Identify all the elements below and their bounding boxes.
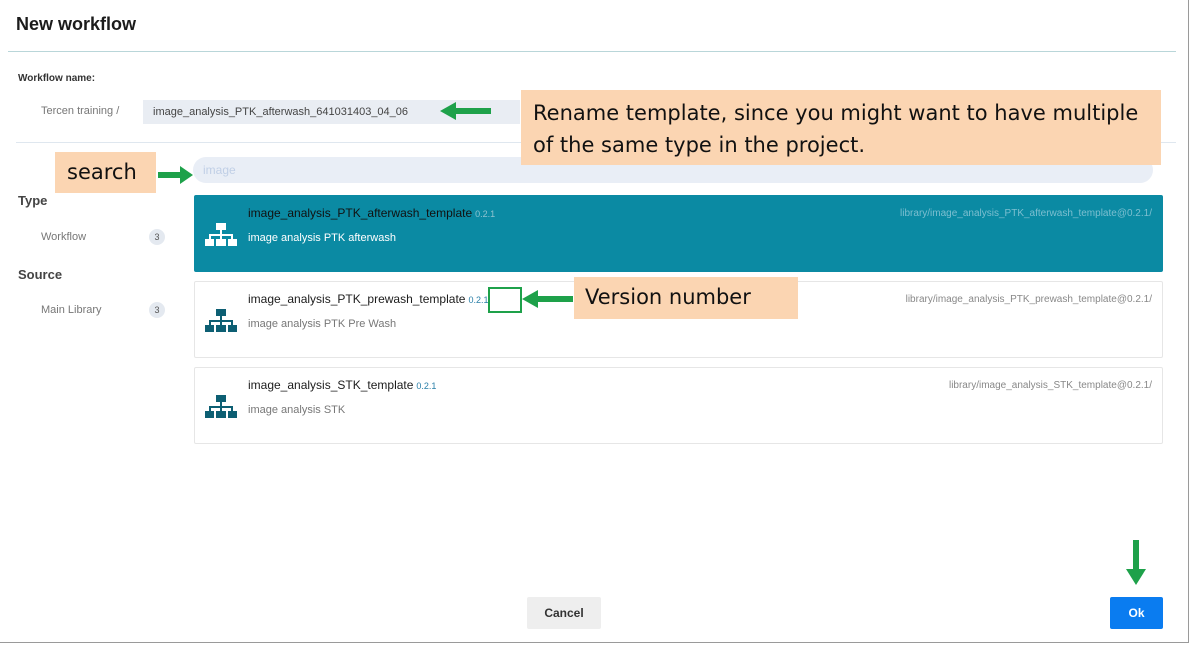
filter-count-badge: 3 (149, 302, 165, 318)
template-card[interactable]: image_analysis_STK_template 0.2.1 image a… (194, 367, 1163, 444)
template-name: image_analysis_PTK_afterwash_template (248, 206, 473, 220)
template-path: library/image_analysis_STK_template@0.2.… (948, 380, 1152, 391)
version-annotation: Version number (574, 277, 798, 319)
template-version: 0.2.1 (416, 381, 437, 391)
project-breadcrumb: Tercen training / (41, 105, 120, 117)
rename-annotation: Rename template, since you might want to… (521, 90, 1161, 165)
filter-count-badge: 3 (149, 229, 165, 245)
version-highlight-box (488, 287, 522, 313)
search-annotation: search (55, 152, 156, 193)
hierarchy-icon (205, 309, 237, 332)
template-path: library/image_analysis_PTK_prewash_templ… (905, 294, 1152, 305)
template-description: image analysis STK (248, 404, 346, 416)
template-description: image analysis PTK Pre Wash (248, 318, 397, 330)
filter-item-workflow[interactable]: Workflow (41, 231, 86, 243)
hierarchy-icon (205, 395, 237, 418)
workflow-name-label: Workflow name: (18, 73, 96, 84)
template-path: library/image_analysis_PTK_afterwash_tem… (900, 208, 1152, 219)
filter-heading-type: Type (18, 193, 48, 208)
template-version: 0.2.1 (468, 295, 489, 305)
template-title: image_analysis_PTK_prewash_template 0.2.1 (248, 292, 488, 306)
template-name: image_analysis_PTK_prewash_template (248, 292, 466, 306)
title-divider (8, 51, 1176, 52)
template-description: image analysis PTK afterwash (248, 232, 396, 244)
arrow-down-icon (1126, 540, 1146, 585)
arrow-left-icon (522, 290, 573, 308)
ok-button[interactable]: Ok (1110, 597, 1163, 629)
filter-item-main-library[interactable]: Main Library (41, 304, 102, 316)
dialog-title: New workflow (16, 14, 137, 34)
cancel-button[interactable]: Cancel (527, 597, 601, 629)
template-title: image_analysis_PTK_afterwash_template 0.2… (248, 206, 495, 220)
filter-heading-source: Source (18, 267, 63, 282)
arrow-left-icon (440, 102, 491, 120)
new-workflow-dialog: New workflow Workflow name: Tercen train… (0, 0, 1200, 647)
template-card[interactable]: image_analysis_PTK_afterwash_template 0.2… (194, 195, 1163, 272)
template-name: image_analysis_STK_template (248, 378, 414, 392)
template-title: image_analysis_STK_template 0.2.1 (248, 378, 436, 392)
template-version: 0.2.1 (475, 209, 496, 219)
arrow-right-icon (158, 166, 193, 184)
hierarchy-icon (205, 223, 237, 246)
